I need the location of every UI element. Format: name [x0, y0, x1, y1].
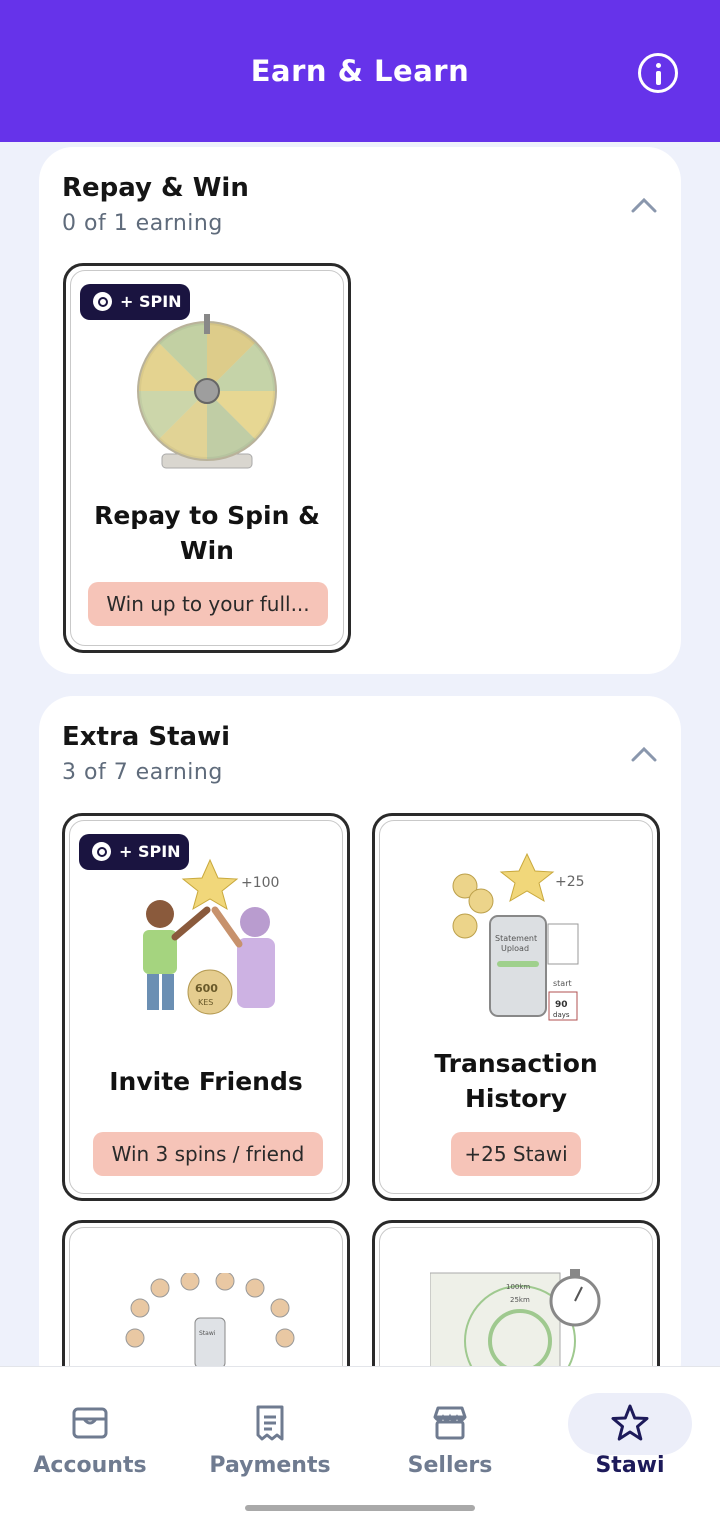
section-subtitle: 3 of 7 earning — [62, 760, 223, 785]
svg-text:Upload: Upload — [501, 944, 529, 953]
nav-label: Stawi — [595, 1453, 665, 1478]
chevron-up-icon[interactable] — [631, 197, 657, 217]
section-title: Repay & Win — [62, 173, 249, 203]
nav-label: Sellers — [407, 1453, 493, 1478]
store-icon — [433, 1406, 467, 1440]
svg-text:Stawi: Stawi — [199, 1330, 216, 1337]
refresh-icon — [92, 842, 111, 861]
section-title: Extra Stawi — [62, 722, 231, 752]
card-repay-spin[interactable]: + SPIN Repay to Spin & Win Win up to you… — [63, 263, 351, 653]
svg-text:+25: +25 — [555, 874, 585, 890]
app-header: Earn & Learn — [0, 0, 720, 142]
nav-payments[interactable]: Payments — [180, 1367, 360, 1487]
prize-wheel-icon — [137, 314, 277, 469]
page-title: Earn & Learn — [250, 54, 470, 88]
statement-upload-icon: +25 Statement Upload start 90 days — [452, 852, 585, 1021]
reward-pill: Win 3 spins / friend — [93, 1132, 323, 1176]
reward-pill: Win up to your full... — [88, 582, 328, 626]
friends-high-five-icon: +100 600 KES — [143, 858, 279, 1015]
map-stopwatch-icon: 100km 25km — [430, 1269, 601, 1371]
section-subtitle: 0 of 1 earning — [62, 211, 223, 236]
receipt-icon — [256, 1405, 284, 1441]
svg-text:start: start — [553, 979, 572, 988]
card-title: Repay to Spin & Win — [94, 501, 320, 565]
section-repay-win: Repay & Win 0 of 1 earning + SPIN Repay … — [39, 147, 681, 674]
card-title: Transaction History — [434, 1049, 598, 1113]
home-indicator — [245, 1505, 475, 1511]
card-transaction-history[interactable]: +25 Statement Upload start 90 days Trans… — [372, 813, 660, 1201]
svg-text:+100: +100 — [241, 875, 279, 891]
nav-stawi[interactable]: Stawi — [540, 1367, 720, 1487]
svg-text:days: days — [553, 1011, 570, 1019]
chevron-up-icon[interactable] — [631, 746, 657, 766]
svg-text:600: 600 — [195, 982, 218, 995]
wallet-icon — [72, 1407, 108, 1439]
card-title: Invite Friends — [109, 1067, 303, 1096]
nav-accounts[interactable]: Accounts — [0, 1367, 180, 1487]
refresh-icon — [93, 292, 112, 311]
bottom-nav: Accounts Payments Sellers Stawi — [0, 1366, 720, 1523]
nav-label: Payments — [209, 1453, 331, 1478]
star-icon — [611, 1404, 649, 1441]
svg-text:Statement: Statement — [495, 934, 537, 943]
info-icon[interactable] — [638, 53, 678, 93]
nav-sellers[interactable]: Sellers — [360, 1367, 540, 1487]
reward-pill: +25 Stawi — [451, 1132, 581, 1176]
card-invite-friends[interactable]: + SPIN +100 600 KES Invite Friends Win 3… — [62, 813, 350, 1201]
svg-text:KES: KES — [198, 998, 213, 1007]
section-extra-stawi: Extra Stawi 3 of 7 earning + SPIN +100 6… — [39, 696, 681, 1480]
svg-text:25km: 25km — [510, 1296, 530, 1304]
svg-text:90: 90 — [555, 1000, 568, 1010]
svg-text:100km: 100km — [506, 1283, 530, 1291]
nav-label: Accounts — [33, 1453, 147, 1478]
